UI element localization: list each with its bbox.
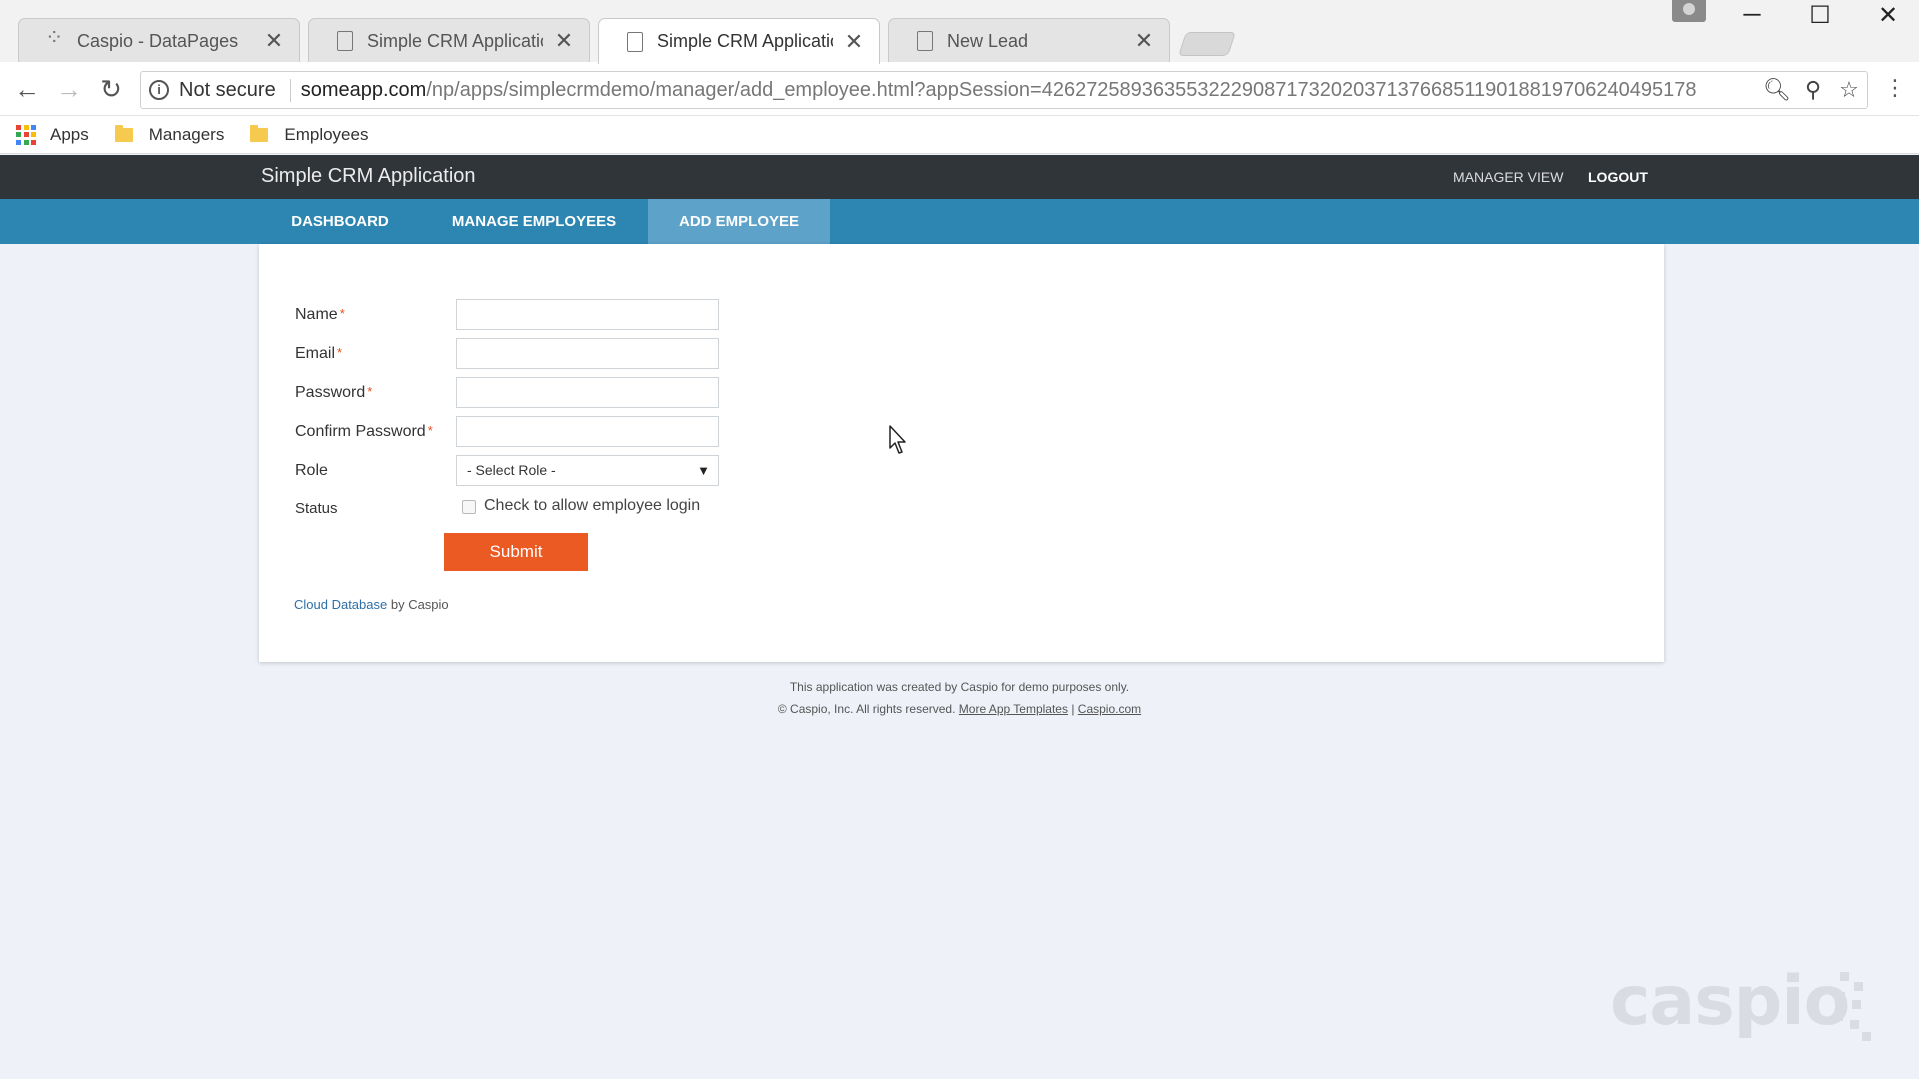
- name-label: Name *: [295, 306, 345, 323]
- manager-view-link[interactable]: MANAGER VIEW: [1453, 169, 1563, 185]
- browser-tab-simple-crm-2[interactable]: Simple CRM Application ✕: [598, 18, 880, 64]
- bookmark-managers[interactable]: Managers: [105, 124, 225, 145]
- bookmarks-bar: Apps Managers Employees: [0, 116, 1919, 154]
- apps-grid-icon: [16, 124, 36, 145]
- app-title: Simple CRM Application: [261, 165, 476, 187]
- url-text[interactable]: someapp.com/np/apps/simplecrmdemo/manage…: [301, 79, 1759, 102]
- footer-separator: |: [1071, 702, 1075, 716]
- bookmark-employees[interactable]: Employees: [240, 124, 369, 145]
- nav-tab-manage-employees[interactable]: MANAGE EMPLOYEES: [430, 199, 638, 244]
- role-label: Role: [295, 462, 328, 479]
- close-icon[interactable]: ✕: [553, 30, 575, 52]
- status-checkbox[interactable]: [462, 500, 476, 514]
- window-close-icon[interactable]: ✕: [1858, 0, 1918, 30]
- copyright-text: © Caspio, Inc. All rights reserved.: [777, 702, 956, 716]
- required-mark: *: [427, 423, 433, 438]
- url-host: someapp.com: [300, 78, 427, 101]
- tab-title: New Lead: [947, 30, 1029, 51]
- bookmark-label: Apps: [50, 124, 89, 144]
- footer-copyright: © Caspio, Inc. All rights reserved. More…: [0, 702, 1919, 716]
- folder-icon: [250, 124, 269, 142]
- browser-menu-icon[interactable]: ⋮: [1884, 76, 1906, 100]
- confirm-password-input[interactable]: [456, 416, 719, 447]
- minimize-icon[interactable]: ─: [1722, 0, 1782, 30]
- nav-tab-dashboard[interactable]: DASHBOARD: [260, 199, 420, 244]
- maximize-icon[interactable]: ☐: [1790, 0, 1850, 30]
- app-header: Simple CRM Application MANAGER VIEW LOGO…: [0, 155, 1919, 199]
- bookmark-label: Employees: [284, 124, 369, 144]
- name-input[interactable]: [456, 299, 719, 330]
- password-label: Password *: [295, 384, 373, 401]
- tab-title: Simple CRM Application: [657, 31, 833, 51]
- page-icon: [917, 31, 933, 51]
- footer-disclaimer: This application was created by Caspio f…: [789, 680, 1130, 694]
- more-app-templates-link[interactable]: More App Templates: [959, 702, 1068, 716]
- info-icon[interactable]: i: [149, 80, 169, 100]
- browser-tab-new-lead[interactable]: New Lead ✕: [888, 18, 1170, 63]
- add-employee-form: Name * Email * Password * Confirm Password *…: [259, 244, 1664, 662]
- email-label: Email *: [295, 345, 343, 362]
- tab-title: Simple CRM Application: [367, 30, 543, 51]
- status-checkbox-label[interactable]: Check to allow employee login: [484, 497, 700, 515]
- confirm-password-label: Confirm Password *: [295, 423, 433, 440]
- browser-tab-strip: Caspio - DataPages ✕ Simple CRM Applicat…: [0, 0, 1919, 64]
- required-mark: *: [337, 345, 343, 360]
- app-nav: DASHBOARD MANAGE EMPLOYEES ADD EMPLOYEE: [0, 199, 1919, 244]
- browser-tab-caspio-datapages[interactable]: Caspio - DataPages ✕: [18, 18, 300, 63]
- browser-tab-simple-crm-1[interactable]: Simple CRM Application ✕: [308, 18, 590, 63]
- caspio-com-link[interactable]: Caspio.com: [1078, 702, 1141, 716]
- required-mark: *: [339, 306, 345, 321]
- back-icon[interactable]: ←: [12, 74, 42, 104]
- url-path: /np/apps/simplecrmdemo/manager/add_emplo…: [426, 78, 1697, 101]
- bookmark-star-icon[interactable]: ☆: [1831, 77, 1867, 103]
- extension-icon[interactable]: ⚲: [1795, 77, 1831, 103]
- folder-icon: [114, 124, 133, 142]
- close-icon[interactable]: ✕: [263, 30, 285, 52]
- security-label: Not secure: [179, 78, 291, 102]
- role-selected-value: - Select Role -: [467, 462, 556, 478]
- logout-link[interactable]: LOGOUT: [1588, 169, 1648, 185]
- page-icon: [627, 31, 643, 52]
- caspio-logo-dots-icon: [1834, 972, 1871, 1041]
- profile-icon[interactable]: [1672, 0, 1706, 22]
- powered-by-text: by Caspio: [387, 597, 449, 612]
- bookmark-label: Managers: [148, 124, 225, 144]
- bookmark-apps[interactable]: Apps: [16, 124, 89, 145]
- status-label: Status: [295, 500, 338, 517]
- caspio-icon: [45, 25, 63, 51]
- address-bar[interactable]: i Not secure someapp.com/np/apps/simplec…: [140, 71, 1868, 109]
- forward-icon[interactable]: →: [54, 74, 84, 104]
- role-select[interactable]: - Select Role - ▼: [456, 455, 719, 486]
- mouse-cursor-icon: [889, 425, 906, 454]
- close-icon[interactable]: ✕: [1133, 30, 1155, 52]
- submit-button[interactable]: Submit: [444, 533, 588, 571]
- email-input[interactable]: [456, 338, 719, 369]
- close-icon[interactable]: ✕: [843, 30, 865, 53]
- reload-icon[interactable]: ↻: [96, 74, 126, 104]
- password-input[interactable]: [456, 377, 719, 408]
- powered-by: Cloud Database by Caspio: [294, 597, 449, 612]
- tab-title: Caspio - DataPages: [77, 30, 239, 51]
- caspio-watermark-logo: caspio: [1610, 962, 1850, 1041]
- browser-toolbar: ← → ↻ i Not secure someapp.com/np/apps/s…: [0, 62, 1919, 116]
- dropdown-arrow-icon: ▼: [697, 463, 710, 478]
- page-icon: [337, 31, 353, 51]
- cloud-database-link[interactable]: Cloud Database: [294, 597, 387, 612]
- required-mark: *: [367, 384, 373, 399]
- zoom-icon[interactable]: 🔍︎: [1759, 77, 1795, 103]
- nav-tab-add-employee[interactable]: ADD EMPLOYEE: [648, 199, 830, 244]
- new-tab-button[interactable]: [1178, 32, 1236, 56]
